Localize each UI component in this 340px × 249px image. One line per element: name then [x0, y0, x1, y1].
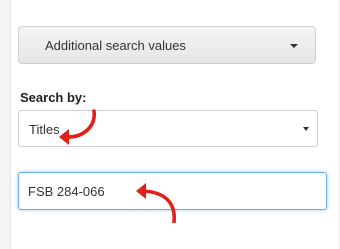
select-arrow-icon — [303, 127, 309, 131]
caret-down-icon — [290, 44, 298, 48]
search-by-select[interactable]: Titles — [18, 110, 318, 147]
search-query-input[interactable] — [18, 172, 327, 210]
additional-search-values-button[interactable]: Additional search values — [18, 26, 316, 64]
search-by-label: Search by: — [20, 90, 87, 105]
search-by-selected-value: Titles — [29, 122, 60, 137]
additional-search-values-label: Additional search values — [45, 38, 186, 53]
